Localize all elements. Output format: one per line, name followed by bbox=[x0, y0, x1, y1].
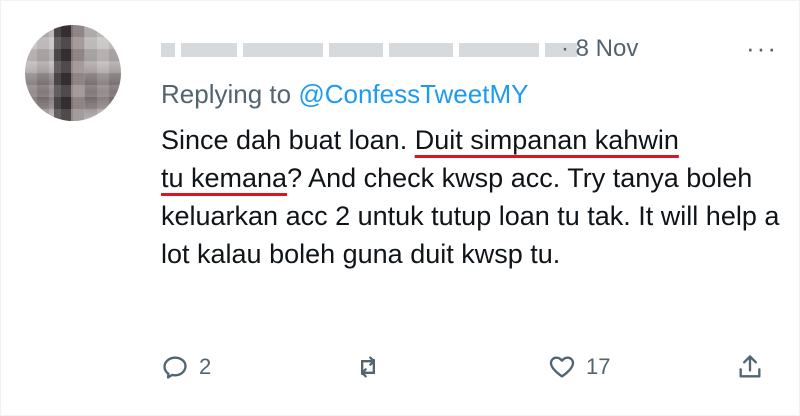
tweet-actions: 2 17 bbox=[161, 341, 771, 391]
tweet-text-part1: Since dah buat loan. bbox=[161, 125, 415, 155]
tweet-text-underlined-1: Duit simpanan kahwin bbox=[414, 125, 679, 155]
tweet-header: · 8 Nov ··· bbox=[161, 29, 781, 69]
share-button[interactable] bbox=[736, 353, 764, 381]
retweet-icon bbox=[354, 353, 382, 381]
like-count: 17 bbox=[586, 354, 611, 379]
replying-to: Replying to @ConfessTweetMY bbox=[161, 79, 528, 110]
more-icon[interactable]: ··· bbox=[746, 33, 778, 64]
retweet-button[interactable] bbox=[354, 353, 392, 381]
avatar[interactable] bbox=[25, 25, 121, 121]
reply-count: 2 bbox=[199, 354, 212, 379]
reply-button[interactable]: 2 bbox=[161, 353, 211, 381]
reply-icon bbox=[161, 353, 189, 381]
tweet-text-underlined-2: tu kemana bbox=[161, 163, 288, 193]
tweet-card[interactable]: · 8 Nov ··· Replying to @ConfessTweetMY … bbox=[0, 0, 800, 416]
like-button[interactable]: 17 bbox=[548, 353, 610, 381]
share-icon bbox=[736, 353, 764, 381]
like-icon bbox=[548, 353, 576, 381]
tweet-date[interactable]: · 8 Nov bbox=[561, 35, 638, 63]
tweet-text: Since dah buat loan. Duit simpanan kahwi… bbox=[161, 121, 781, 273]
replying-to-handle[interactable]: @ConfessTweetMY bbox=[298, 79, 528, 109]
author-name-redacted[interactable] bbox=[161, 43, 577, 57]
replying-to-label: Replying to bbox=[161, 79, 299, 109]
